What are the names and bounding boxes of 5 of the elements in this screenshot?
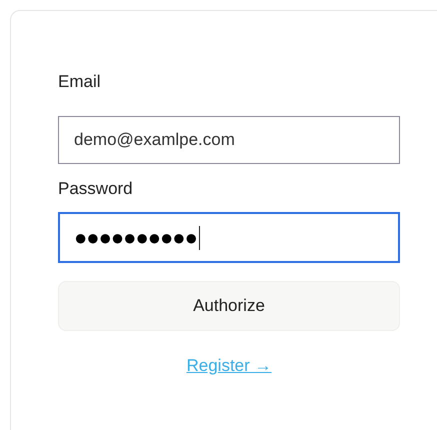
authorize-button[interactable]: Authorize xyxy=(58,281,400,331)
field-label: Password xyxy=(58,178,134,200)
email-field[interactable]: demo@examlpe.com xyxy=(58,116,400,164)
password-field[interactable]: ●●●●●●●●●● xyxy=(58,212,400,263)
field-label: Email xyxy=(58,71,102,93)
